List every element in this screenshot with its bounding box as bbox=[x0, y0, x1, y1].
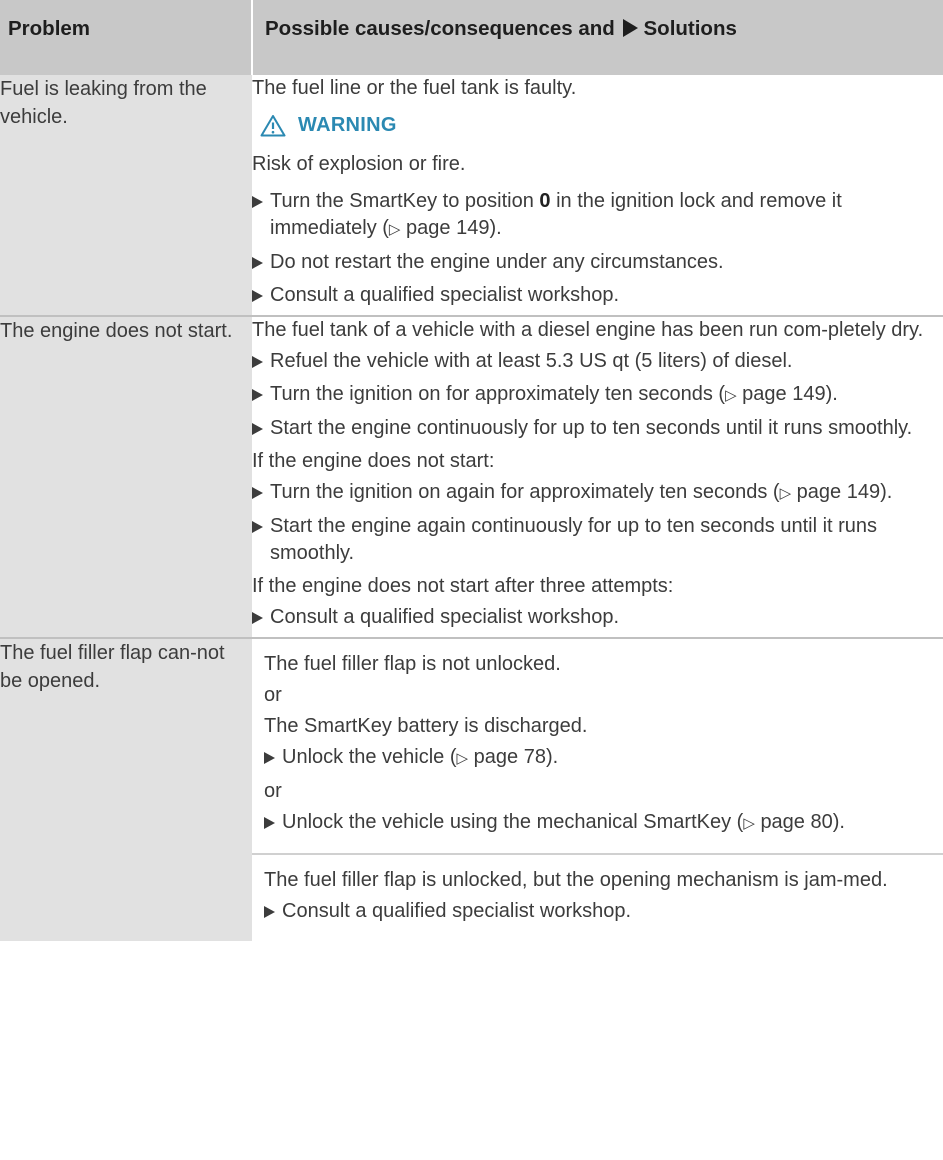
condition-text: If the engine does not start: bbox=[252, 450, 495, 472]
page-reference[interactable]: ▷ page 149 bbox=[780, 481, 881, 503]
page-reference-label: page 78 bbox=[473, 746, 546, 768]
instruction-step: Unlock the vehicle using the mechanical … bbox=[264, 809, 929, 837]
step-text: ). bbox=[545, 746, 559, 768]
triangle-right-icon bbox=[252, 612, 263, 624]
instruction-step: Start the engine again continuously for … bbox=[252, 513, 943, 567]
cause-text: The fuel filler flap is not unlocked. bbox=[264, 653, 561, 675]
step-text: Start the engine again continuously for … bbox=[270, 515, 878, 564]
cause-text: The fuel tank of a vehicle with a diesel… bbox=[252, 319, 924, 341]
page-reference-icon: ▷ bbox=[743, 815, 755, 832]
condition-text: If the engine does not start after three… bbox=[252, 575, 674, 597]
step-text: Turn the SmartKey to position bbox=[270, 190, 534, 212]
instruction-step: Consult a qualified specialist workshop. bbox=[252, 282, 943, 309]
step-text: Refuel the vehicle with at least 5.3 US … bbox=[270, 350, 793, 372]
cause-text: The fuel line or the fuel tank is faulty… bbox=[252, 77, 577, 99]
header-solution-prefix: Possible causes/consequences and bbox=[265, 17, 615, 40]
step-text: ). bbox=[880, 481, 893, 503]
page-reference-label: page 149 bbox=[406, 217, 490, 239]
key-position: 0 bbox=[539, 190, 551, 212]
cause-text: The fuel filler flap is unlocked, but th… bbox=[264, 869, 888, 891]
triangle-right-icon bbox=[264, 817, 275, 829]
page-reference-icon: ▷ bbox=[388, 221, 401, 238]
instruction-step: Unlock the vehicle (▷ page 78). bbox=[264, 744, 929, 772]
triangle-right-icon bbox=[622, 19, 638, 37]
table-row: Fuel is leaking from the vehicle. The fu… bbox=[0, 75, 943, 317]
instruction-step: Consult a qualified specialist workshop. bbox=[252, 604, 943, 631]
instruction-step: Consult a qualified specialist workshop. bbox=[264, 898, 929, 925]
solution-cell: The fuel filler flap is not unlocked. or… bbox=[252, 638, 943, 941]
problem-cell: The engine does not start. bbox=[0, 316, 252, 639]
header-problem: Problem bbox=[0, 0, 252, 75]
instruction-step: Start the engine continuously for up to … bbox=[252, 415, 943, 442]
triangle-right-icon bbox=[252, 423, 263, 435]
instruction-step: Refuel the vehicle with at least 5.3 US … bbox=[252, 348, 943, 375]
step-text: Turn the ignition on again for approxima… bbox=[270, 481, 780, 503]
problem-cell: The fuel filler flap can-not be opened. bbox=[0, 638, 252, 941]
triangle-right-icon bbox=[264, 752, 275, 764]
warning-title: WARNING bbox=[298, 114, 397, 136]
solution-block: The fuel filler flap is not unlocked. or… bbox=[252, 639, 943, 853]
step-text: Start the engine continuously for up to … bbox=[270, 417, 913, 439]
triangle-right-icon bbox=[252, 196, 263, 208]
step-text: Consult a qualified specialist workshop. bbox=[282, 900, 632, 922]
page-reference[interactable]: ▷ page 149 bbox=[725, 383, 826, 405]
triangle-right-icon bbox=[252, 356, 263, 368]
warning-triangle-icon bbox=[260, 115, 286, 137]
header-solution-suffix: Solutions bbox=[643, 17, 737, 40]
step-text: ). bbox=[489, 217, 502, 239]
table-row: The engine does not start. The fuel tank… bbox=[0, 316, 943, 639]
page-reference[interactable]: ▷ page 80 bbox=[743, 811, 832, 833]
page-reference[interactable]: ▷ page 149 bbox=[389, 217, 490, 239]
page-reference-icon: ▷ bbox=[725, 387, 737, 404]
page-reference-label: page 149 bbox=[796, 481, 881, 503]
solution-block: The fuel filler flap is unlocked, but th… bbox=[252, 853, 943, 941]
instruction-step: Turn the ignition on again for approxima… bbox=[252, 479, 943, 507]
solution-cell: The fuel line or the fuel tank is faulty… bbox=[252, 75, 943, 317]
step-text: Unlock the vehicle using the mechanical … bbox=[282, 811, 744, 833]
page-reference-icon: ▷ bbox=[456, 750, 469, 767]
step-text: ). bbox=[832, 811, 845, 833]
triangle-right-icon bbox=[252, 257, 263, 269]
solution-cell: The fuel tank of a vehicle with a diesel… bbox=[252, 316, 943, 639]
triangle-right-icon bbox=[252, 487, 263, 499]
step-text: Unlock the vehicle ( bbox=[282, 746, 457, 768]
warning-heading: WARNING bbox=[260, 112, 943, 139]
page-reference[interactable]: ▷ page 78 bbox=[457, 746, 546, 768]
step-text: Consult a qualified specialist workshop. bbox=[270, 284, 620, 306]
triangle-right-icon bbox=[252, 389, 263, 401]
problem-cell: Fuel is leaking from the vehicle. bbox=[0, 75, 252, 317]
table-row: The fuel filler flap can-not be opened. … bbox=[0, 638, 943, 941]
page-reference-label: page 80 bbox=[760, 811, 833, 833]
instruction-step: Do not restart the engine under any circ… bbox=[252, 249, 943, 276]
or-text: or bbox=[264, 684, 282, 706]
troubleshooting-table: Problem Possible causes/consequences and… bbox=[0, 0, 943, 941]
triangle-right-icon bbox=[252, 290, 263, 302]
step-text: Turn the ignition on for approximately t… bbox=[270, 383, 726, 405]
step-text: ). bbox=[825, 383, 838, 405]
step-text: Consult a qualified specialist workshop. bbox=[270, 606, 620, 628]
page-reference-label: page 149 bbox=[742, 383, 826, 405]
header-solution: Possible causes/consequences and Solutio… bbox=[251, 0, 943, 75]
page-reference-icon: ▷ bbox=[779, 485, 792, 502]
instruction-step: Turn the ignition on for approximately t… bbox=[252, 381, 943, 409]
table-header-row: Problem Possible causes/consequences and… bbox=[0, 0, 943, 75]
cause-text: The SmartKey battery is discharged. bbox=[264, 715, 588, 737]
warning-text: Risk of explosion or fire. bbox=[252, 153, 466, 175]
instruction-step: Turn the SmartKey to position 0 in the i… bbox=[252, 188, 943, 243]
or-text: or bbox=[264, 780, 282, 802]
triangle-right-icon bbox=[252, 521, 263, 533]
triangle-right-icon bbox=[264, 906, 275, 918]
step-text: Do not restart the engine under any circ… bbox=[270, 251, 724, 273]
